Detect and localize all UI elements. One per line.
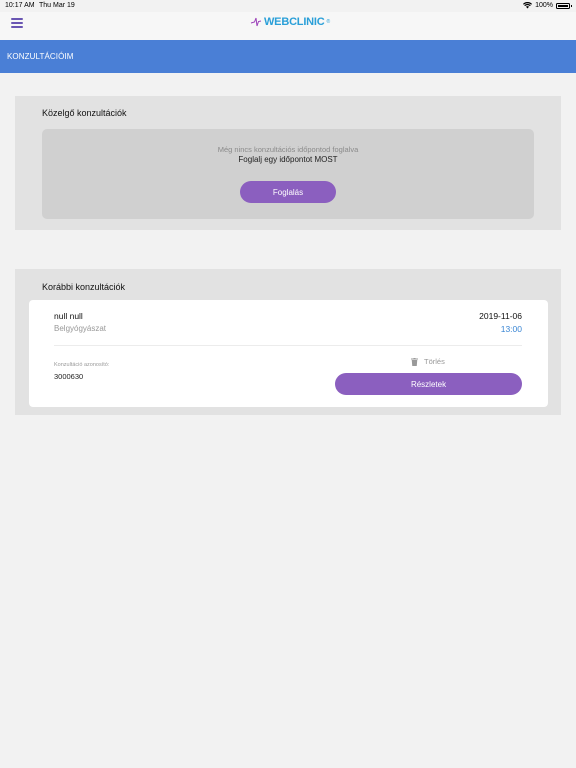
- consultation-date: 2019-11-06: [479, 311, 522, 321]
- book-button[interactable]: Foglalás: [240, 181, 336, 203]
- delete-label: Törlés: [424, 357, 445, 366]
- status-date: Thu Mar 19: [39, 2, 75, 9]
- upcoming-consultations-section: Közelgő konzultációk Még nincs konzultác…: [15, 96, 561, 230]
- status-right: 100%: [523, 2, 572, 9]
- consultation-id-label: Konzultáció azonosító:: [54, 362, 110, 368]
- empty-state-message: Még nincs konzultációs időpontod foglalv…: [217, 145, 359, 154]
- battery-icon: [556, 2, 572, 9]
- previous-title: Korábbi konzultációk: [42, 282, 126, 292]
- empty-state-cta-text: Foglalj egy időpontot MOST: [238, 155, 338, 164]
- wifi-icon: [523, 2, 533, 9]
- status-time: 10:17 AM: [5, 2, 35, 9]
- doctor-name: null null: [54, 311, 83, 321]
- upcoming-title: Közelgő konzultációk: [42, 108, 127, 118]
- page-title: KONZULTÁCIÓIM: [7, 52, 74, 61]
- consultation-id-value: 3000630: [54, 372, 84, 381]
- delete-button[interactable]: Törlés: [411, 357, 445, 366]
- nav-bar: KONZULTÁCIÓIM: [0, 40, 576, 73]
- empty-state-box: Még nincs konzultációs időpontod foglalv…: [42, 129, 534, 219]
- consultation-card: null null Belgyógyászat 2019-11-06 13:00…: [29, 300, 548, 407]
- logo-mark-icon: [250, 17, 262, 27]
- battery-percent: 100%: [535, 2, 553, 9]
- logo-text: WEBCLINIC: [264, 16, 325, 28]
- app-logo: WEBCLINIC ®: [250, 16, 330, 28]
- previous-consultations-section: Korábbi konzultációk null null Belgyógyá…: [15, 269, 561, 415]
- trash-icon: [411, 357, 418, 366]
- status-bar: 10:17 AM Thu Mar 19 100%: [0, 0, 576, 12]
- hamburger-menu-icon[interactable]: [11, 18, 23, 30]
- app-header: WEBCLINIC ®: [0, 12, 576, 40]
- logo-trademark: ®: [326, 19, 331, 25]
- details-button[interactable]: Részletek: [335, 373, 522, 395]
- specialty: Belgyógyászat: [54, 324, 107, 333]
- card-divider: [54, 345, 522, 346]
- consultation-time: 13:00: [500, 324, 522, 334]
